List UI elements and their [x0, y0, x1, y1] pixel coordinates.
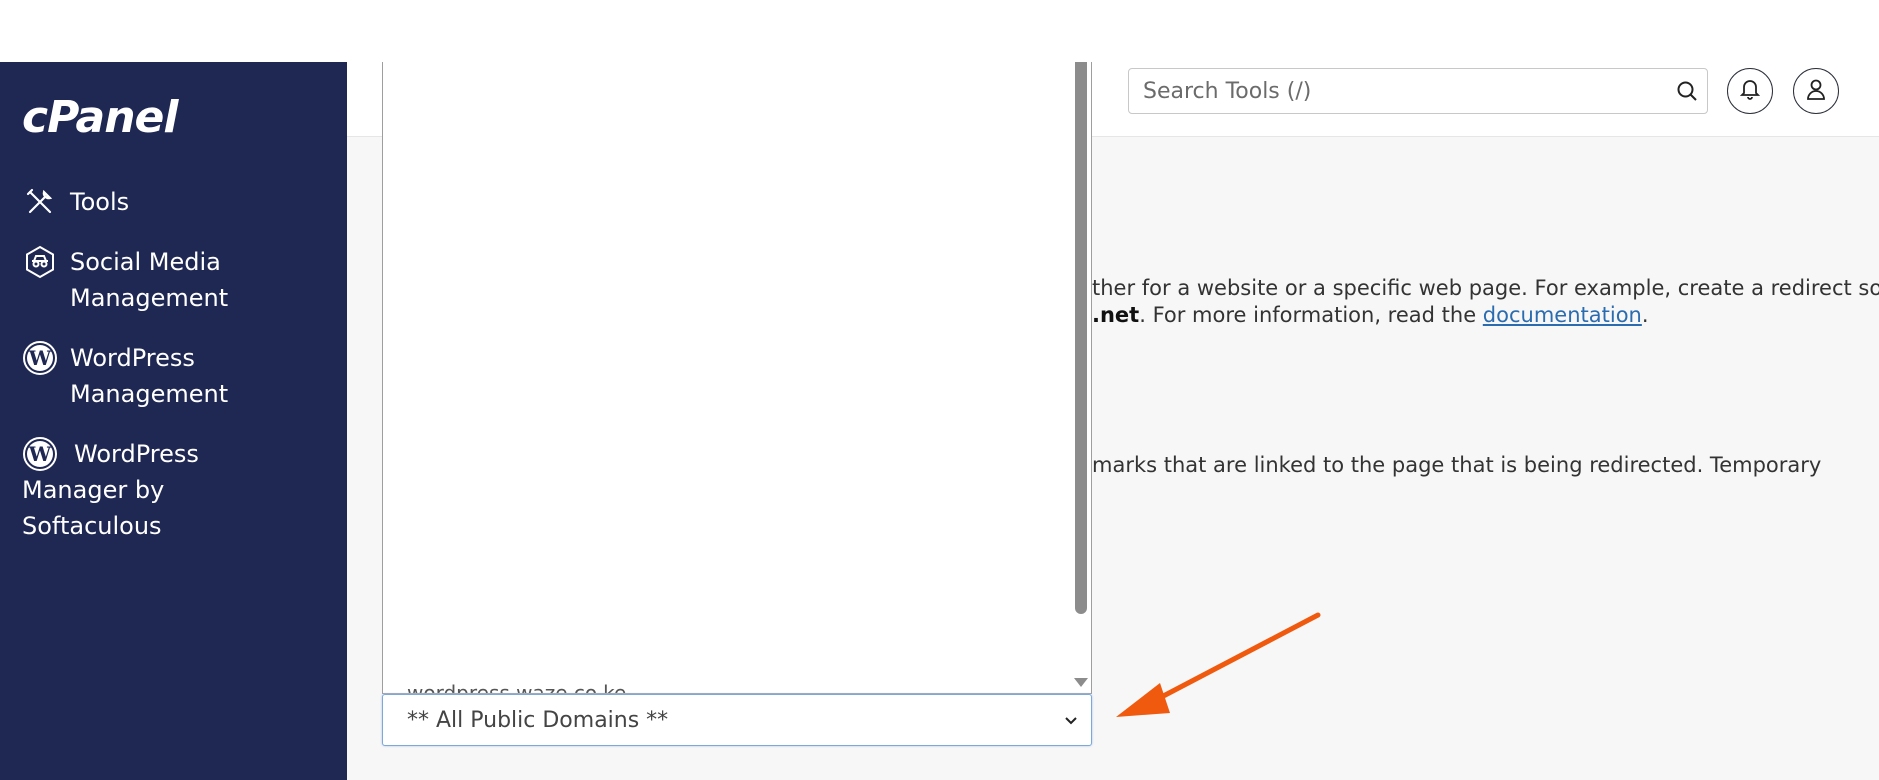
- description-line-3: marks that are linked to the page that i…: [1092, 453, 1822, 477]
- sidebar-item-wordpress-softaculous[interactable]: W WordPress Manager by Softaculous: [0, 436, 347, 544]
- domain-suffix: .net: [1092, 303, 1140, 327]
- dropdown-scrollbar[interactable]: [1071, 62, 1091, 693]
- sidebar-item-wordpress-management[interactable]: W WordPress Management: [0, 340, 347, 412]
- cpanel-logo[interactable]: cPanel: [22, 92, 178, 143]
- search-input[interactable]: [1141, 77, 1667, 105]
- bell-icon: [1739, 78, 1761, 104]
- tools-icon: [22, 184, 58, 220]
- domain-select[interactable]: ** All Public Domains **: [382, 694, 1092, 746]
- list-item[interactable]: wordpress.waze.co.ke: [407, 681, 626, 693]
- svg-text:W: W: [28, 346, 52, 370]
- social-media-icon: [22, 244, 58, 280]
- documentation-link[interactable]: documentation: [1483, 303, 1642, 327]
- domain-dropdown-list[interactable]: wordpress.waze.co.ke: [382, 62, 1092, 694]
- sidebar-item-label: Social Media Management: [70, 248, 229, 312]
- selected-domain: ** All Public Domains **: [407, 707, 669, 733]
- annotation-arrow-icon: [1100, 605, 1340, 729]
- scroll-down-arrow-icon[interactable]: [1074, 678, 1088, 687]
- description-line-2: .net. For more information, read the doc…: [1092, 303, 1649, 327]
- svg-text:W: W: [28, 442, 52, 466]
- scrollbar-thumb[interactable]: [1075, 62, 1087, 614]
- search-icon[interactable]: [1667, 71, 1707, 111]
- user-icon: [1806, 78, 1826, 104]
- chevron-down-icon: [1063, 708, 1079, 733]
- sidebar: cPanel Tools Social Media Management W W…: [0, 62, 347, 780]
- search-box[interactable]: [1128, 68, 1708, 114]
- sidebar-item-social-media[interactable]: Social Media Management: [0, 244, 347, 316]
- notifications-button[interactable]: [1727, 68, 1773, 114]
- user-menu-button[interactable]: [1793, 68, 1839, 114]
- description-line-1: ther for a website or a specific web pag…: [1092, 276, 1879, 300]
- sidebar-item-label: WordPress Manager by Softaculous: [22, 440, 199, 540]
- sidebar-nav: Tools Social Media Management W WordPres…: [0, 184, 347, 568]
- sidebar-item-label: Tools: [70, 188, 130, 216]
- sidebar-item-tools[interactable]: Tools: [0, 184, 347, 220]
- sidebar-item-label: WordPress Management: [70, 344, 229, 408]
- wordpress-icon: W: [22, 436, 58, 472]
- wordpress-icon: W: [22, 340, 58, 376]
